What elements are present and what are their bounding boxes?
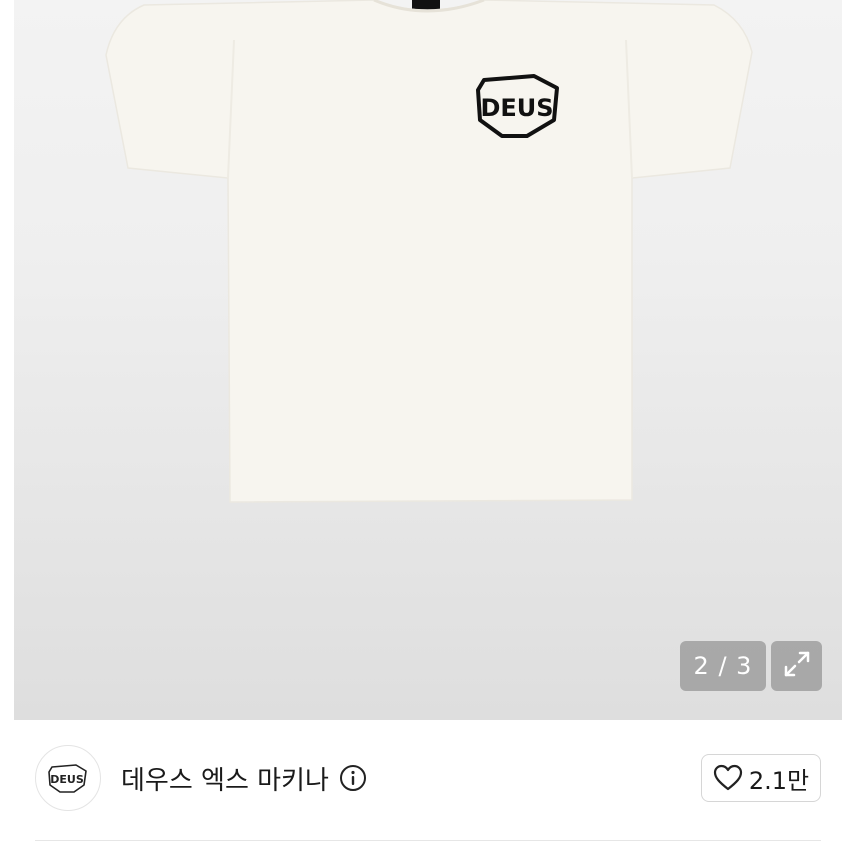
image-counter: 2 / 3 [680, 641, 766, 691]
tshirt-illustration: DEUS [105, 0, 753, 503]
expand-button[interactable] [771, 641, 822, 691]
shop-avatar-text: DEUS [50, 773, 84, 786]
collar-tag [412, 0, 440, 10]
section-divider [35, 840, 821, 841]
like-count: 2.1만 [748, 766, 810, 795]
shop-name[interactable]: 데우스 엑스 마키나 [121, 760, 329, 797]
tshirt-body [105, 0, 753, 503]
like-button[interactable]: 2.1만 [701, 754, 821, 802]
shop-avatar[interactable]: DEUS [35, 745, 101, 811]
shop-name-row[interactable]: 데우스 엑스 마키나 [121, 760, 367, 796]
shop-avatar-logo: DEUS [48, 764, 87, 793]
info-icon[interactable] [339, 764, 367, 792]
product-image-gallery[interactable]: DEUS 2 / 3 [0, 0, 856, 720]
product-photo[interactable]: DEUS [14, 0, 842, 720]
heart-icon [713, 764, 743, 792]
expand-icon [781, 648, 813, 684]
deus-logo-text: DEUS [480, 94, 553, 122]
